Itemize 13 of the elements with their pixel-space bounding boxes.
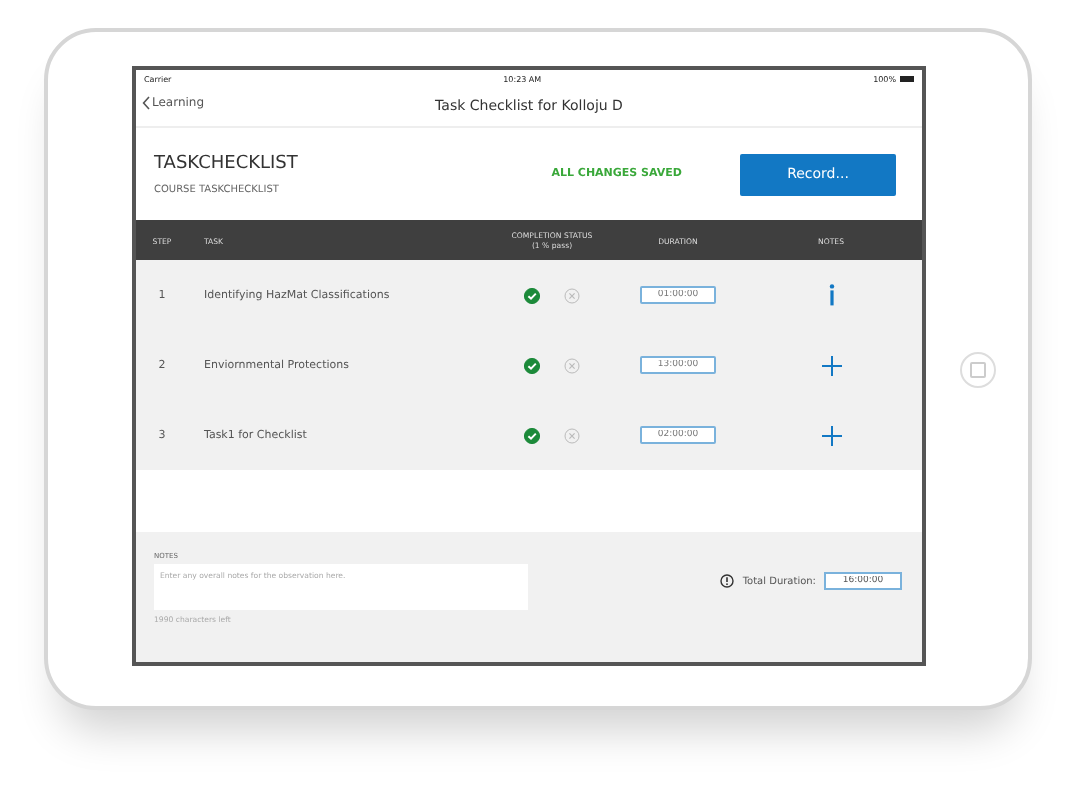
- alert-icon: [720, 574, 735, 588]
- notes-button[interactable]: [821, 425, 841, 445]
- checklist-title: TASKCHECKLIST: [154, 153, 300, 173]
- check-icon[interactable]: [524, 357, 540, 373]
- battery-icon: [900, 76, 914, 82]
- chevron-left-icon: [142, 96, 150, 110]
- plus-icon: [821, 355, 841, 375]
- notes-button[interactable]: [821, 355, 841, 375]
- plus-icon: [821, 425, 841, 445]
- notes-button[interactable]: [827, 284, 835, 306]
- check-icon[interactable]: [524, 427, 540, 443]
- info-icon: [827, 284, 835, 306]
- check-icon[interactable]: [524, 287, 540, 303]
